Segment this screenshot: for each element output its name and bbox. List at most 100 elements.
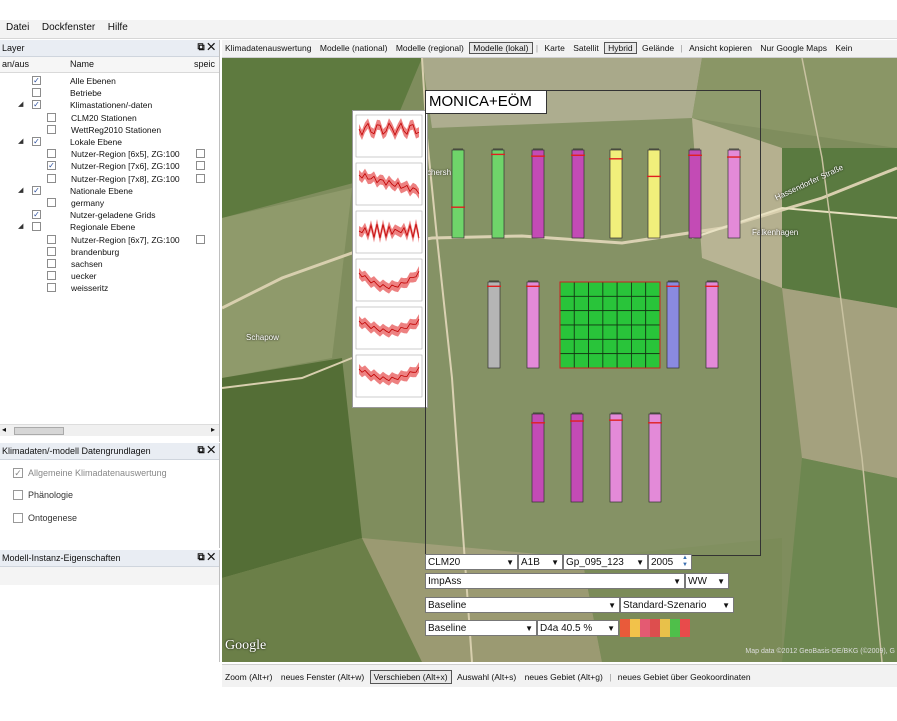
tb-nur-google-maps[interactable]: Nur Google Maps <box>757 42 830 54</box>
tb-karte[interactable]: Karte <box>541 42 567 54</box>
col-name[interactable]: Name <box>70 59 94 69</box>
layer-row[interactable]: ✓ Alle Ebenen <box>0 75 219 87</box>
expand-arrow-icon[interactable]: ◢ <box>18 185 23 197</box>
layer-checkbox[interactable] <box>47 198 56 207</box>
result-bar[interactable] <box>451 148 465 239</box>
layer-row[interactable]: Nutzer-Region [7x8], ZG:100 <box>0 173 219 185</box>
layer-row[interactable]: WettReg2010 Stationen <box>0 124 219 136</box>
scroll-thumb[interactable] <box>14 427 64 435</box>
layer-checkbox[interactable]: ✓ <box>32 137 41 146</box>
option-checkbox-allgemein[interactable]: ✓ <box>13 468 23 478</box>
tb-kein[interactable]: Kein <box>832 42 855 54</box>
result-bar[interactable] <box>531 412 545 503</box>
option-checkbox-ontogenese[interactable] <box>13 513 23 523</box>
col-store[interactable]: speic <box>194 59 215 69</box>
layer-checkbox[interactable] <box>47 259 56 268</box>
result-bar[interactable] <box>531 148 545 239</box>
tb-gelaende[interactable]: Gelände <box>639 42 677 54</box>
result-bar[interactable] <box>571 148 585 239</box>
expand-arrow-icon[interactable]: ◢ <box>18 221 23 233</box>
layer-row[interactable]: ✓ Nutzer-geladene Grids <box>0 209 219 221</box>
layer-checkbox[interactable] <box>47 173 56 183</box>
climate-model-select[interactable]: CLM20 ▼ <box>425 554 518 570</box>
layer-checkbox[interactable] <box>47 271 56 281</box>
horizontal-scrollbar[interactable]: ◂ ▸ <box>0 424 219 436</box>
layer-checkbox[interactable] <box>47 246 56 256</box>
layer-row[interactable]: uecker <box>0 270 219 282</box>
layer-row[interactable]: sachsen <box>0 258 219 270</box>
expand-arrow-icon[interactable]: ◢ <box>18 99 23 111</box>
layer-checkbox[interactable]: ✓ <box>32 185 41 195</box>
float-close-icon[interactable]: ⧉ ✕ <box>197 40 215 56</box>
layer-row[interactable]: Nutzer-Region [6x5], ZG:100 <box>0 148 219 160</box>
layer-checkbox[interactable] <box>47 112 56 122</box>
layer-checkbox[interactable] <box>47 283 56 293</box>
layer-checkbox[interactable]: ✓ <box>32 76 41 85</box>
grid-select[interactable]: Gp_095_123 ▼ <box>563 554 648 570</box>
scroll-right-icon[interactable]: ▸ <box>211 425 215 434</box>
sb-new-window[interactable]: neues Fenster (Alt+w) <box>278 671 367 683</box>
option-checkbox-phaenologie[interactable] <box>13 490 23 500</box>
layer-row[interactable]: CLM20 Stationen <box>0 112 219 124</box>
d4a-select[interactable]: D4a 40.5 % ▼ <box>537 620 619 636</box>
store-checkbox[interactable] <box>196 173 205 183</box>
result-bar[interactable] <box>609 148 623 239</box>
sb-select[interactable]: Auswahl (Alt+s) <box>454 671 519 683</box>
store-checkbox[interactable] <box>196 161 205 171</box>
layer-row[interactable]: ◢ ✓ Lokale Ebene <box>0 136 219 148</box>
map-view[interactable]: Schapow Falkenhagen Hassendorfer Straße … <box>222 58 897 662</box>
layer-row[interactable]: ◢ ✓ Nationale Ebene <box>0 185 219 197</box>
menu-dockfenster[interactable]: Dockfenster <box>37 20 100 33</box>
result-bar[interactable] <box>609 412 623 503</box>
layer-checkbox[interactable] <box>47 149 56 159</box>
layer-checkbox[interactable]: ✓ <box>32 100 41 110</box>
model-select[interactable]: ImpAss ▼ <box>425 573 685 589</box>
result-bar[interactable] <box>666 280 680 369</box>
menu-datei[interactable]: Datei <box>0 20 34 33</box>
layer-checkbox[interactable] <box>47 234 56 244</box>
sb-new-area-geo[interactable]: neues Gebiet über Geokoordinaten <box>615 671 754 683</box>
layer-checkbox[interactable] <box>32 88 41 98</box>
result-grid[interactable] <box>559 281 661 369</box>
tb-modelle-regional[interactable]: Modelle (regional) <box>393 42 467 54</box>
result-bar[interactable] <box>491 148 505 239</box>
standard-scenario-select[interactable]: Standard-Szenario ▼ <box>620 597 734 613</box>
tb-hybrid[interactable]: Hybrid <box>604 42 637 54</box>
layer-row[interactable]: ✓ Nutzer-Region [7x6], ZG:100 <box>0 160 219 172</box>
sb-zoom[interactable]: Zoom (Alt+r) <box>222 671 275 683</box>
year-spinbox[interactable]: 2005 ▲ ▼ <box>648 554 692 570</box>
layer-row[interactable]: ◢ Regionale Ebene <box>0 221 219 233</box>
sb-move[interactable]: Verschieben (Alt+x) <box>369 670 452 684</box>
scroll-left-icon[interactable]: ◂ <box>2 425 6 434</box>
result-bar[interactable] <box>647 148 661 239</box>
crop-select[interactable]: WW ▼ <box>685 573 729 589</box>
col-onoff[interactable]: an/aus <box>2 59 29 69</box>
expand-arrow-icon[interactable]: ◢ <box>18 136 23 148</box>
result-bar[interactable] <box>487 280 501 369</box>
scenario-select[interactable]: A1B ▼ <box>518 554 563 570</box>
baseline-select-2[interactable]: Baseline ▼ <box>425 620 537 636</box>
tb-modelle-national[interactable]: Modelle (national) <box>317 42 391 54</box>
tb-modelle-lokal[interactable]: Modelle (lokal) <box>469 42 533 54</box>
layer-row[interactable]: ◢ ✓ Klimastationen/-daten <box>0 99 219 111</box>
layer-row[interactable]: brandenburg <box>0 246 219 258</box>
spin-arrows-icon[interactable]: ▲ ▼ <box>682 555 688 569</box>
layer-checkbox[interactable]: ✓ <box>32 210 41 220</box>
layer-row[interactable]: Betriebe <box>0 87 219 99</box>
layer-row[interactable]: weisseritz <box>0 282 219 294</box>
float-close-icon[interactable]: ⧉ ✕ <box>197 443 215 459</box>
tb-ansicht-kopieren[interactable]: Ansicht kopieren <box>686 42 755 54</box>
layer-row[interactable]: Nutzer-Region [6x7], ZG:100 <box>0 234 219 246</box>
layer-checkbox[interactable] <box>32 222 41 232</box>
baseline-select-1[interactable]: Baseline ▼ <box>425 597 620 613</box>
layer-checkbox[interactable] <box>47 124 56 134</box>
tb-klimadatenauswertung[interactable]: Klimadatenauswertung <box>222 42 314 54</box>
result-bar[interactable] <box>570 412 584 503</box>
layer-row[interactable]: germany <box>0 197 219 209</box>
store-checkbox[interactable] <box>196 149 205 159</box>
result-bar[interactable] <box>705 280 719 369</box>
result-bar[interactable] <box>526 280 540 369</box>
menu-hilfe[interactable]: Hilfe <box>103 20 133 33</box>
result-bar[interactable] <box>727 148 741 239</box>
sb-new-area[interactable]: neues Gebiet (Alt+g) <box>522 671 606 683</box>
